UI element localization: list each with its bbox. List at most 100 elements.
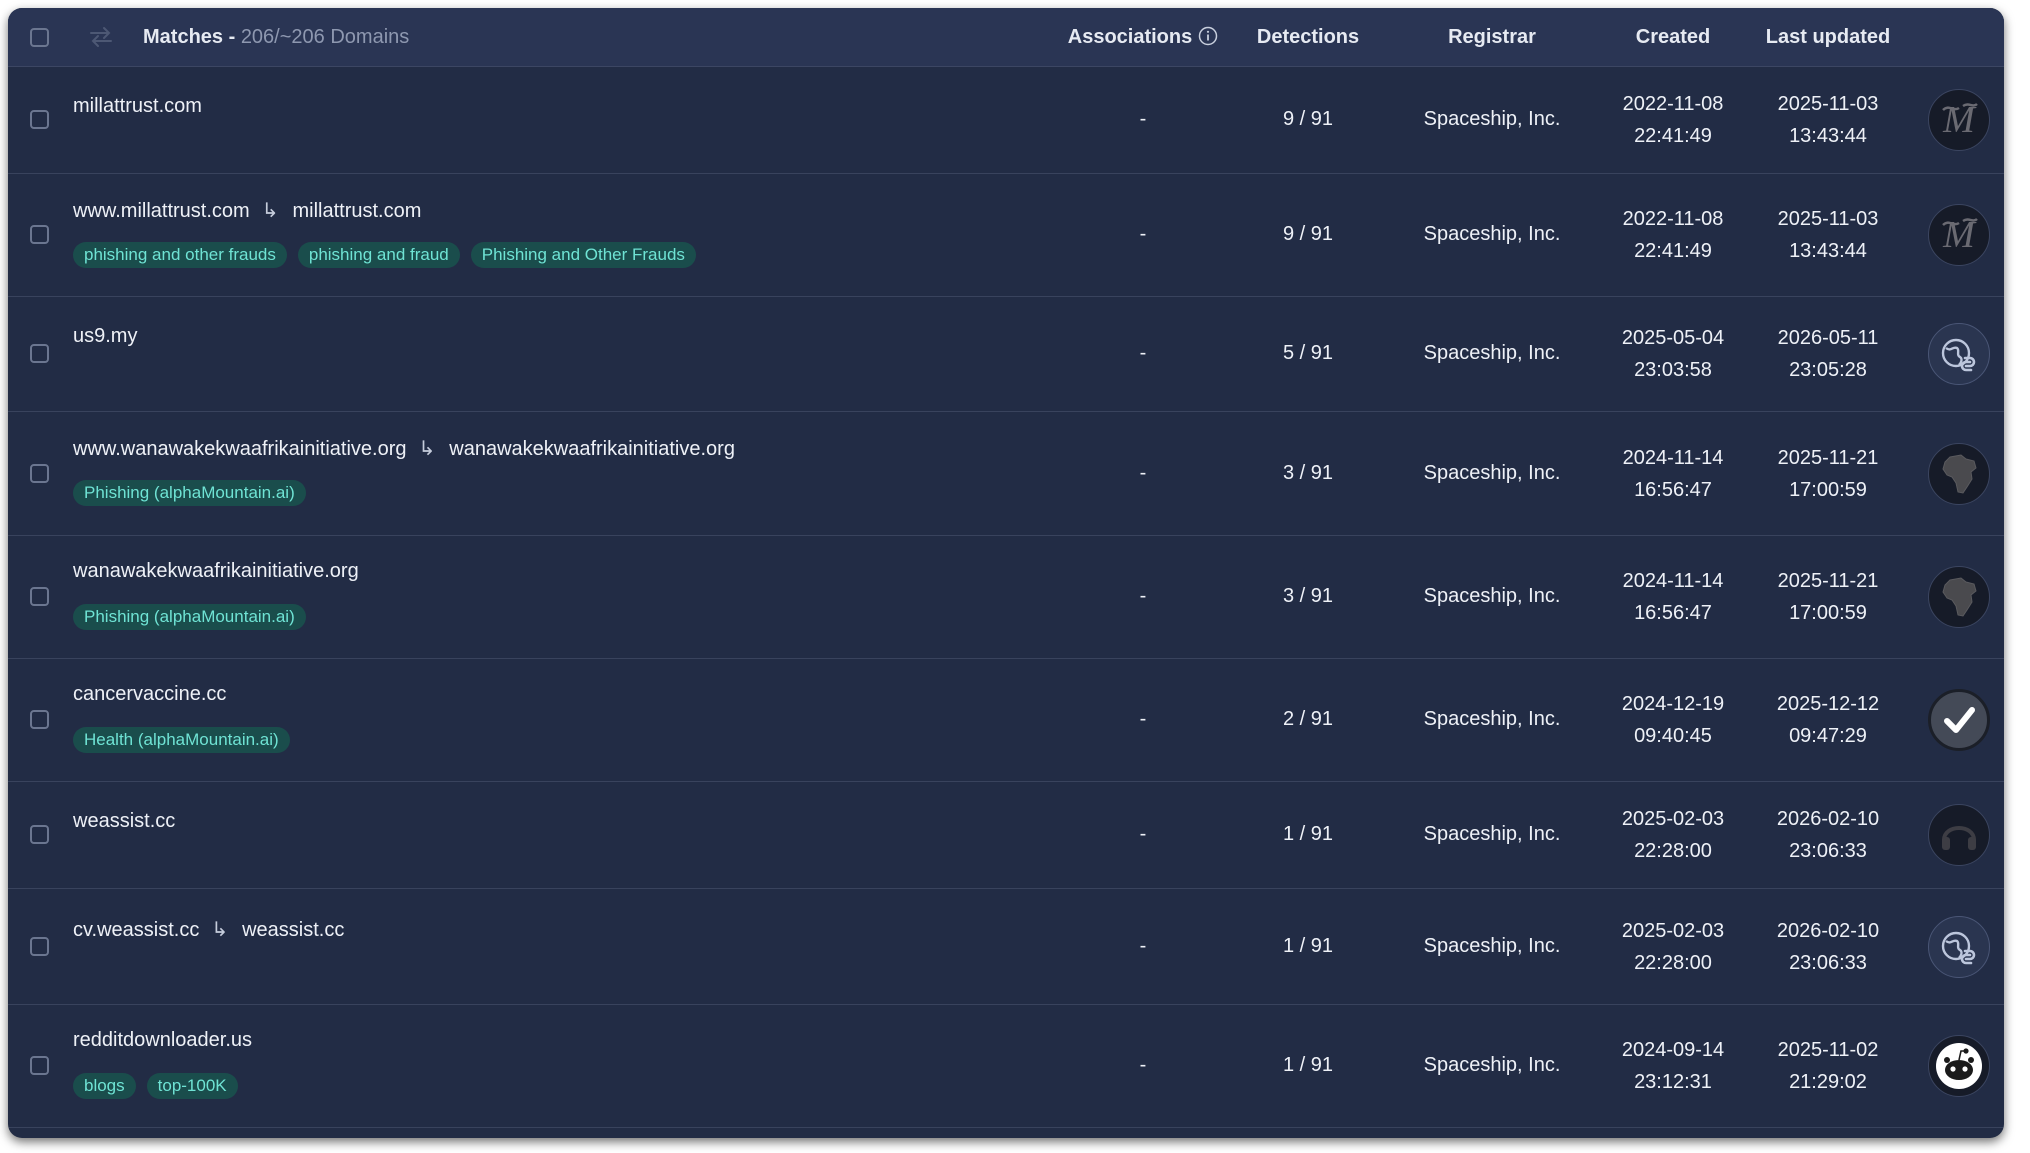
info-icon[interactable] [1198,26,1218,46]
last-updated-cell-time: 23:06:33 [1789,840,1867,862]
row-checkbox[interactable] [30,710,49,729]
table-row[interactable]: cv.weassist.cc ↳ weassist.cc - 1 / 91 Spacesh… [8,889,2004,1005]
last-updated-cell-date: 2026-05-11 [1777,327,1879,349]
associations-cell: - [1139,585,1147,607]
associations-cell: - [1139,1054,1147,1076]
domain-link[interactable]: cancervaccine.cc [73,683,226,705]
swap-arrows-icon[interactable] [88,26,114,48]
domain-link[interactable]: www.millattrust.com [73,200,250,222]
table-row[interactable]: www.millattrust.com ↳ millattrust.com phish… [8,174,2004,297]
table-row[interactable]: us9.my - 5 / 91 Spaceship, Inc. 2025-05-04 23… [8,297,2004,412]
created-cell-time: 22:28:00 [1634,951,1712,974]
column-associations-label: Associations [1067,26,1193,48]
created-cell: 2025-02-03 22:28:00 [1598,915,1748,979]
last-updated-cell-date: 2025-11-21 [1777,446,1879,469]
matches-title: Matches - 206/~206 Domains [143,8,409,66]
created-cell-time: 22:41:49 [1634,125,1712,147]
column-created[interactable]: Created [1598,8,1748,66]
domain-cell: cv.weassist.cc ↳ weassist.cc [73,917,344,942]
domain-link[interactable]: millattrust.com [73,95,202,117]
category-tag[interactable]: phishing and fraud [297,242,460,268]
select-all-checkbox[interactable] [30,28,49,47]
registrar-cell: Spaceship, Inc. [1423,223,1561,245]
domain-link[interactable]: www.wanawakekwaafrikainitiative.org [73,438,406,460]
category-tag[interactable]: Health (alphaMountain.ai) [73,727,290,753]
last-updated-cell-time: 23:05:28 [1789,359,1867,381]
row-checkbox[interactable] [30,463,49,483]
table-row[interactable]: weassist.cc - 1 / 91 Spaceship, Inc. 2025-02… [8,782,2004,889]
associations-cell: - [1139,342,1147,364]
created-cell-time: 16:56:47 [1634,478,1712,501]
detections-cell: 5 / 91 [1282,342,1334,364]
category-tag[interactable]: top-100K [146,1073,238,1099]
row-checkbox[interactable] [30,110,49,129]
globe-link-icon [1928,323,1990,385]
last-updated-cell: 2025-11-03 13:43:44 [1753,203,1903,267]
category-tag[interactable]: blogs [73,1073,136,1099]
domain-cell: redditdownloader.us [73,1029,252,1052]
table-row[interactable]: cancervaccine.cc Health (alphaMountain.ai… [8,659,2004,782]
category-tag[interactable]: Phishing (alphaMountain.ai) [73,480,306,506]
table-row[interactable]: www.wanawakekwaafrikainitiative.org ↳ wana… [8,412,2004,536]
row-checkbox[interactable] [30,825,49,844]
redirect-arrow-icon: ↳ [261,200,279,222]
row-checkbox[interactable] [30,225,49,244]
detections-cell: 1 / 91 [1282,934,1334,957]
domain-link[interactable]: redditdownloader.us [73,1029,252,1051]
column-associations[interactable]: Associations [1063,8,1223,66]
table-row[interactable]: millattrust.com - 9 / 91 Spaceship, Inc. 202… [8,67,2004,174]
created-cell: 2022-11-08 22:41:49 [1598,203,1748,267]
column-detections[interactable]: Detections [1238,8,1378,66]
registrar-cell: Spaceship, Inc. [1423,342,1561,364]
column-registrar[interactable]: Registrar [1410,8,1574,66]
created-cell-date: 2022-11-08 [1622,93,1724,115]
last-updated-cell-time: 17:00:59 [1789,602,1867,624]
detections-cell: 3 / 91 [1282,585,1334,607]
category-tag[interactable]: Phishing (alphaMountain.ai) [73,604,306,630]
domain-link[interactable]: cv.weassist.cc [73,919,199,941]
headset-favicon [1928,804,1990,866]
registrar-cell: Spaceship, Inc. [1423,1054,1561,1076]
monogram-m-favicon: M [1928,89,1990,151]
row-checkbox[interactable] [30,587,49,606]
domain-cell: www.millattrust.com ↳ millattrust.com [73,198,421,223]
last-updated-cell-time: 23:06:33 [1789,951,1867,974]
redirect-target-link[interactable]: wanawakekwaafrikainitiative.org [449,438,735,460]
redirect-target-link[interactable]: weassist.cc [242,919,344,941]
created-cell-time: 23:03:58 [1634,359,1712,381]
row-checkbox[interactable] [30,936,49,956]
created-cell-date: 2024-12-19 [1621,693,1725,715]
domain-cell: www.wanawakekwaafrikainitiative.org ↳ wana… [73,436,735,461]
associations-cell: - [1139,708,1147,730]
associations-cell: - [1139,223,1147,245]
row-checkbox[interactable] [30,1056,49,1075]
domain-link[interactable]: weassist.cc [73,810,175,832]
created-cell-date: 2025-02-03 [1621,808,1725,830]
detections-cell: 1 / 91 [1282,823,1334,845]
table-row[interactable]: wanawakekwaafrikainitiative.org Phishing … [8,536,2004,659]
last-updated-cell-time: 13:43:44 [1789,240,1867,262]
redirect-target-link[interactable]: millattrust.com [292,200,421,222]
table-header: Matches - 206/~206 Domains Associations … [8,8,2004,67]
last-updated-cell-date: 2026-02-10 [1776,808,1880,830]
last-updated-cell-time: 09:47:29 [1789,725,1867,747]
created-cell: 2025-02-03 22:28:00 [1598,803,1748,867]
column-last-updated[interactable]: Last updated [1753,8,1903,66]
domain-cell: us9.my [73,325,137,348]
row-checkbox[interactable] [30,344,49,363]
created-cell-date: 2024-11-14 [1622,570,1724,592]
created-cell: 2024-11-14 16:56:47 [1598,565,1748,629]
domain-link[interactable]: us9.my [73,325,137,347]
category-tag[interactable]: phishing and other frauds [73,242,287,268]
category-tag[interactable]: Phishing and Other Frauds [470,242,696,268]
created-cell: 2024-11-14 16:56:47 [1598,442,1748,506]
last-updated-cell-date: 2025-12-12 [1776,693,1880,715]
domain-cell: cancervaccine.cc [73,683,226,706]
last-updated-cell-date: 2025-11-03 [1777,93,1879,115]
domain-link[interactable]: wanawakekwaafrikainitiative.org [73,560,359,582]
table-row[interactable]: redditdownloader.us blogs top-100K - 1 / 91 S… [8,1005,2004,1128]
redirect-arrow-icon: ↳ [211,919,229,941]
last-updated-cell: 2025-11-21 17:00:59 [1753,442,1903,506]
africa-map-favicon [1928,566,1990,628]
globe-link-icon [1928,915,1990,978]
